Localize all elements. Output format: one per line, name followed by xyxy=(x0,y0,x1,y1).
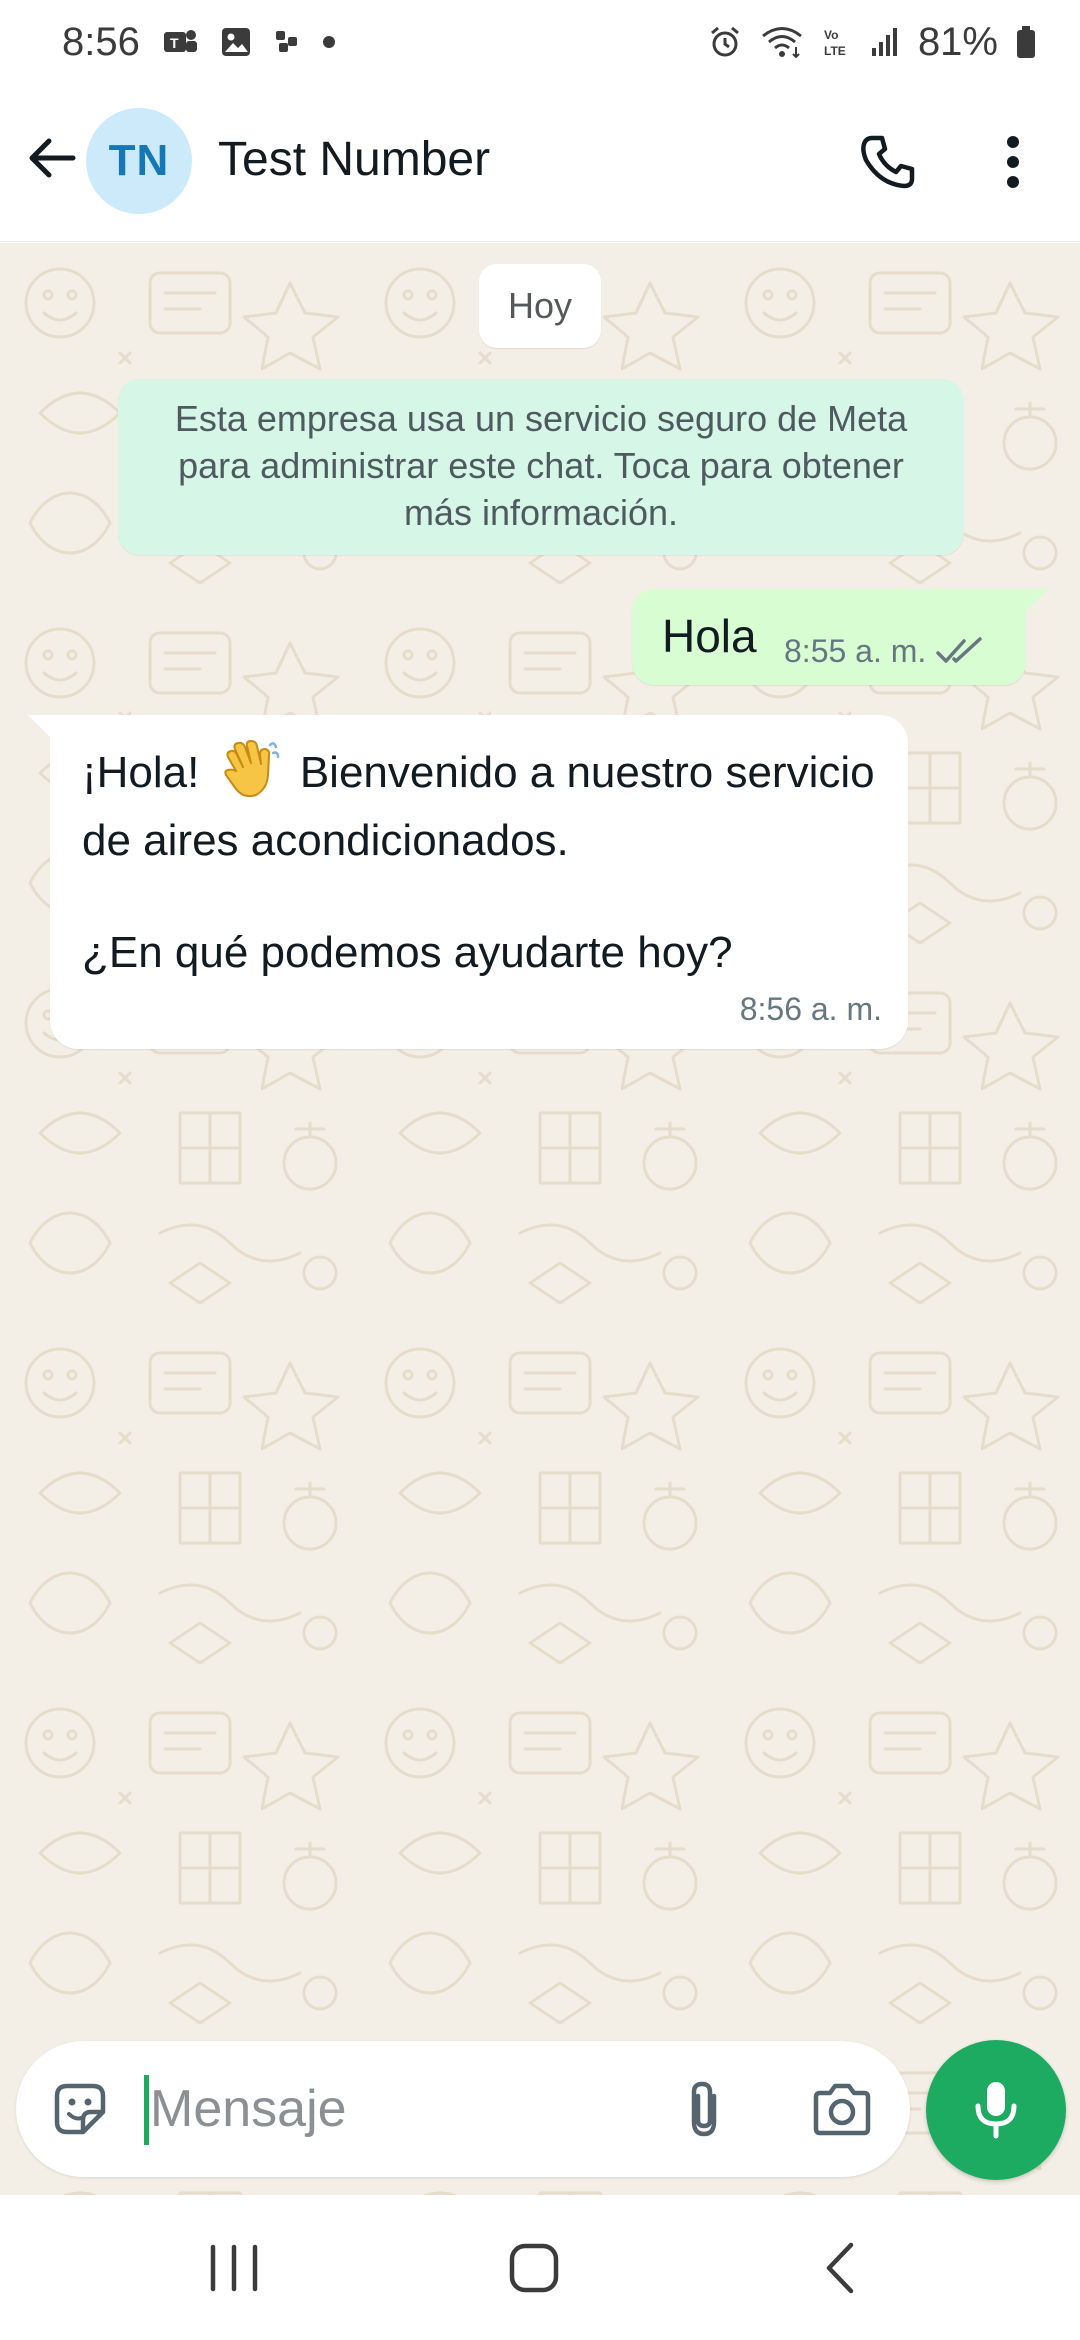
recent-apps-icon xyxy=(210,2244,258,2292)
message-paragraph: ¡Hola! Bienvenido a nuestro servicio de … xyxy=(82,737,882,875)
chat-messages-area[interactable]: Hoy Esta empresa usa un servicio seguro … xyxy=(0,243,1080,2195)
sticker-button[interactable] xyxy=(44,2073,116,2145)
date-divider: Hoy xyxy=(479,264,601,348)
battery-percent: 81% xyxy=(917,19,998,64)
battery-icon xyxy=(1016,25,1036,59)
read-check-icon xyxy=(936,636,983,663)
camera-button[interactable] xyxy=(804,2071,880,2147)
voice-call-button[interactable] xyxy=(850,124,926,200)
bubble-tail xyxy=(28,715,52,739)
contact-name[interactable]: Test Number xyxy=(218,132,490,187)
text-cursor xyxy=(144,2075,149,2145)
svg-text:Vo: Vo xyxy=(824,28,838,42)
attach-button[interactable] xyxy=(666,2071,742,2147)
back-icon xyxy=(826,2242,854,2294)
mic-icon xyxy=(975,2082,1017,2139)
incoming-message[interactable]: ¡Hola! Bienvenido a nuestro servicio de … xyxy=(28,715,908,1049)
more-options-button[interactable] xyxy=(990,124,1036,200)
wifi-icon xyxy=(760,25,804,59)
status-left: 8:56 T xyxy=(62,20,336,65)
slack-notification-icon xyxy=(274,29,300,55)
volte-icon: Vo LTE xyxy=(822,25,852,59)
avatar[interactable]: TN xyxy=(86,108,192,214)
status-right: Vo LTE 81% xyxy=(708,20,1036,65)
message-input[interactable] xyxy=(150,2067,630,2151)
image-notification-icon xyxy=(220,26,252,58)
sticker-icon xyxy=(54,2083,106,2135)
nav-back-button[interactable] xyxy=(790,2230,890,2306)
attach-icon xyxy=(691,2081,717,2137)
teams-notification-icon: T xyxy=(162,26,198,58)
message-time: 8:56 a. m. xyxy=(739,991,882,1027)
camera-icon xyxy=(813,2083,871,2136)
bubble-tail xyxy=(1024,589,1048,613)
more-notifications-dot-icon xyxy=(322,35,336,49)
alarm-icon xyxy=(708,25,742,59)
back-arrow-icon xyxy=(29,138,76,178)
outgoing-message[interactable]: Hola 8:55 a. m. xyxy=(632,589,1048,685)
home-button[interactable] xyxy=(484,2230,584,2306)
waving-hand-emoji xyxy=(223,740,279,798)
encryption-notice[interactable]: Esta empresa usa un servicio seguro de M… xyxy=(118,379,964,555)
phone-icon xyxy=(861,135,915,189)
chat-header: TN Test Number xyxy=(0,84,1080,242)
status-bar: 8:56 T Vo LTE 81% xyxy=(0,0,1080,84)
message-meta: 8:55 a. m. xyxy=(784,633,984,670)
system-navigation-bar xyxy=(0,2196,1080,2340)
message-paragraph: ¿En qué podemos ayudarte hoy? xyxy=(82,928,733,977)
message-text: Hola xyxy=(662,610,757,662)
message-greeting: ¡Hola! xyxy=(82,748,212,797)
recent-apps-button[interactable] xyxy=(184,2230,284,2306)
home-icon xyxy=(509,2243,559,2293)
signal-icon xyxy=(870,26,900,58)
status-time: 8:56 xyxy=(62,19,140,64)
svg-text:LTE: LTE xyxy=(824,44,846,58)
voice-message-button[interactable] xyxy=(926,2040,1066,2180)
message-text: ¡Hola! Bienvenido a nuestro servicio de … xyxy=(82,737,882,987)
more-vert-icon xyxy=(1007,136,1019,188)
back-button[interactable] xyxy=(20,126,84,190)
svg-text:T: T xyxy=(170,35,179,51)
message-composer xyxy=(16,2041,910,2177)
message-time: 8:55 a. m. xyxy=(784,633,927,669)
